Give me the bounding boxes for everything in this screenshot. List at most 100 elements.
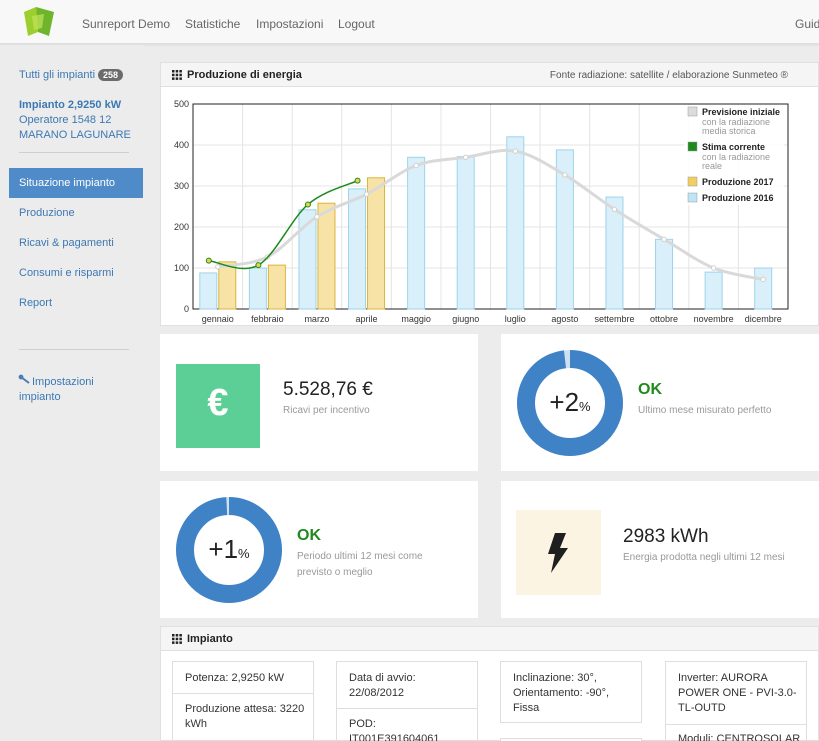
legend-label: Produzione 2017 (702, 177, 774, 187)
plants-count-badge: 258 (98, 69, 124, 81)
month-label: Ultimo mese misurato perfetto (638, 405, 772, 416)
energy-chart: 0 100 200 300 400 500 gennaio febbraio marzo apri… (174, 99, 789, 324)
power-info-box: Potenza: 2,9250 kW Produzione attesa: 32… (172, 661, 314, 741)
grid-icon (172, 634, 182, 644)
forecast-point (363, 191, 370, 197)
bar-2017 (267, 264, 286, 310)
sidebar-item-consumi[interactable]: Consumi e risparmi (19, 267, 114, 279)
nav-logout-link[interactable]: Logout (338, 17, 375, 31)
inclination-value: Inclinazione: 30°, (513, 672, 597, 684)
plant-settings-link[interactable]: Impostazioni (32, 376, 94, 388)
legend-swatch (687, 141, 698, 152)
x-tick-label: aprile (356, 314, 378, 324)
sidebar-item-label: Situazione impianto (19, 177, 116, 189)
year-percent-unit: % (238, 546, 250, 561)
forecast-point (413, 162, 419, 169)
y-tick-label: 200 (174, 222, 189, 232)
y-tick-label: 300 (174, 181, 189, 191)
nav-home-link[interactable]: Sunreport Demo (82, 17, 170, 31)
inverter-line3: TL-OUTD (678, 702, 726, 714)
month-percent-unit: % (579, 399, 591, 414)
month-percent-label: +2% (516, 387, 624, 418)
sidebar-item-report[interactable]: Report (19, 297, 52, 309)
expected-production-line2: kWh (185, 718, 207, 730)
box-divider (337, 708, 477, 709)
sidebar-item-produzione[interactable]: Produzione (19, 207, 75, 219)
y-tick-label: 0 (184, 304, 189, 314)
energy-produced-card: 2983 kWh Energia prodotta negli ultimi 1… (501, 481, 819, 618)
x-tick-label: marzo (304, 314, 329, 324)
sunreport-logo-icon[interactable] (22, 6, 56, 38)
forecast-point (463, 154, 469, 161)
y-tick-label: 400 (174, 140, 189, 150)
x-tick-label: giugno (452, 314, 479, 324)
bar-2016 (754, 267, 773, 310)
legend-label: Stima corrente (702, 142, 765, 152)
x-tick-label: settembre (594, 314, 634, 324)
inverter-info-box: Inverter: AURORA POWER ONE - PVI-3.0- TL… (665, 661, 807, 741)
expected-production-line1: Produzione attesa: 3220 (185, 703, 305, 715)
forecast-point (314, 214, 320, 220)
forecast-point (215, 264, 221, 270)
sidebar-item-ricavi[interactable]: Ricavi & pagamenti (19, 237, 114, 249)
orientation-value: Orientamento: -90°, (513, 687, 610, 699)
year-label-line2: previsto o meglio (297, 567, 373, 578)
pod-label: POD: (349, 718, 376, 730)
forecast-point (760, 276, 766, 283)
month-percent-value: +2 (549, 387, 580, 417)
all-plants-link[interactable]: Tutti gli impianti 258 (19, 69, 124, 81)
modules-value: Moduli: CENTROSOLAR (678, 733, 801, 741)
plant-name[interactable]: Impianto 2,9250 kW (19, 99, 121, 111)
bar-2016 (407, 156, 426, 310)
x-tick-label: luglio (505, 314, 526, 324)
bar-2017 (367, 177, 386, 310)
legend-swatch (687, 192, 698, 203)
year-percent-label: +1% (175, 534, 283, 565)
pod-value: IT001E391604061 (349, 733, 440, 741)
year-label-line1: Periodo ultimi 12 mesi come (297, 551, 423, 562)
wrench-icon (18, 374, 30, 384)
x-tick-label: novembre (694, 314, 734, 324)
nav-guide-link[interactable]: Guid (795, 17, 819, 31)
start-date-value: 22/08/2012 (349, 687, 405, 699)
bar-2016 (199, 272, 218, 310)
bar-2016 (348, 188, 367, 310)
panel-header: Produzione di energia Fonte radiazione: … (161, 63, 818, 87)
bar-2016 (506, 136, 525, 310)
nav-statistics-link[interactable]: Statistiche (185, 17, 240, 31)
revenue-card: € 5.528,76 € Ricavi per incentivo (160, 334, 478, 471)
plant-settings-link-line2[interactable]: impianto (19, 391, 61, 403)
y-tick-label: 500 (174, 99, 189, 109)
plant-location: MARANO LAGUNARE (19, 129, 131, 141)
sidebar-item-situazione[interactable]: Situazione impianto (9, 168, 143, 198)
lightning-icon-tile (516, 510, 601, 595)
box-divider (173, 693, 313, 694)
euro-icon: € (207, 382, 229, 424)
start-date-label: Data di avvio: (349, 672, 416, 684)
x-tick-label: ottobre (650, 314, 678, 324)
forecast-point (512, 148, 518, 154)
year-percent-value: +1 (208, 534, 239, 564)
estimate-point (304, 201, 311, 208)
nav-settings-link[interactable]: Impostazioni (256, 17, 323, 31)
bar-2016 (248, 267, 267, 310)
top-navbar: Sunreport Demo Statistiche Impostazioni … (0, 0, 819, 44)
legend-swatch (687, 176, 698, 187)
all-plants-label[interactable]: Tutti gli impianti (19, 69, 95, 81)
forecast-point (710, 265, 717, 271)
bar-2017 (218, 261, 237, 310)
bar-2016 (704, 271, 723, 310)
legend-label: Produzione 2016 (702, 193, 774, 203)
revenue-label: Ricavi per incentivo (283, 405, 370, 416)
forecast-point (661, 236, 667, 243)
sidebar-divider (19, 152, 129, 153)
forecast-point (562, 172, 568, 178)
panel-title: Produzione di energia (187, 69, 302, 81)
legend-label: Previsione iniziale (702, 107, 780, 117)
month-deviation-card: +2% OK Ultimo mese misurato perfetto (501, 334, 819, 471)
radiation-source-note: Fonte radiazione: satellite / elaborazio… (549, 70, 788, 81)
x-tick-label: febbraio (251, 314, 284, 324)
plant-operator: Operatore 1548 12 (19, 114, 112, 126)
panel-title: Impianto (187, 633, 233, 645)
lightning-icon (548, 533, 568, 573)
